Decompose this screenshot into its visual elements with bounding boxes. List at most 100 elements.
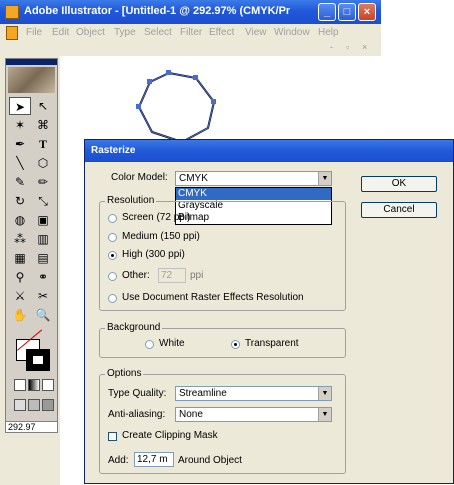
- graph-tool-icon[interactable]: ▥: [32, 230, 54, 248]
- toolbox: ➤ ↖ ✶ ⌘ ✒ T ╲ ⬡ ✎ ✏ ↻ ⤡ ◍ ▣ ⁂ ▥ ▦ ▤ ⚲ ⚭ …: [5, 58, 58, 430]
- menu-window[interactable]: Window: [274, 27, 310, 38]
- menu-edit[interactable]: Edit: [52, 27, 69, 38]
- chevron-down-icon: ▼: [318, 408, 331, 421]
- minimize-button[interactable]: _: [318, 3, 336, 21]
- screen-label: Screen (72 ppi): [122, 212, 191, 223]
- color-mode-button[interactable]: [14, 379, 26, 391]
- type-quality-value: Streamline: [179, 388, 227, 399]
- radio-screen[interactable]: [108, 214, 117, 223]
- radio-document-resolution[interactable]: [108, 294, 117, 303]
- hand-tool-icon[interactable]: ✋: [9, 306, 31, 324]
- mesh-tool-icon[interactable]: ▦: [9, 249, 31, 267]
- menu-view[interactable]: View: [245, 27, 267, 38]
- antialiasing-label: Anti-aliasing:: [108, 409, 166, 420]
- stroke-swatch[interactable]: [26, 349, 50, 371]
- menu-filter[interactable]: Filter: [180, 27, 202, 38]
- selection-tool-icon[interactable]: ➤: [9, 97, 31, 115]
- scissors-tool-icon[interactable]: ✂: [32, 287, 54, 305]
- document-icon[interactable]: [6, 26, 18, 40]
- white-label: White: [159, 338, 185, 349]
- magic-wand-tool-icon[interactable]: ✶: [9, 116, 31, 134]
- dialog-title: Rasterize: [91, 145, 136, 156]
- options-label: Options: [105, 368, 144, 379]
- radio-other[interactable]: [108, 272, 117, 281]
- full-screen-mode-button[interactable]: [42, 399, 54, 411]
- radio-high[interactable]: [108, 251, 117, 260]
- zoom-tool-icon[interactable]: 🔍: [32, 306, 54, 324]
- app-title: Adobe Illustrator - [Untitled-1 @ 292.97…: [24, 5, 291, 17]
- cancel-button[interactable]: Cancel: [361, 202, 437, 218]
- other-ppi-input[interactable]: 72: [158, 268, 186, 283]
- scale-tool-icon[interactable]: ⤡: [32, 192, 54, 210]
- close-button[interactable]: ×: [358, 3, 376, 21]
- color-model-label: Color Model:: [111, 172, 168, 183]
- zoom-level[interactable]: 292.97: [5, 421, 58, 433]
- slice-tool-icon[interactable]: ⚔: [9, 287, 31, 305]
- antialiasing-value: None: [179, 409, 203, 420]
- line-tool-icon[interactable]: ╲: [9, 154, 31, 172]
- warp-tool-icon[interactable]: ◍: [9, 211, 31, 229]
- maximize-button[interactable]: □: [338, 3, 356, 21]
- chevron-down-icon: ▼: [318, 387, 331, 400]
- blend-tool-icon[interactable]: ⚭: [32, 268, 54, 286]
- radio-medium[interactable]: [108, 233, 117, 242]
- add-label: Add:: [108, 455, 129, 466]
- rasterize-dialog: Rasterize Color Model: CMYK ▼ CMYK Grays…: [84, 139, 454, 484]
- pen-tool-icon[interactable]: ✒: [9, 135, 31, 153]
- doc-restore-icon[interactable]: ▫: [346, 42, 349, 52]
- gradient-tool-icon[interactable]: ▤: [32, 249, 54, 267]
- direct-selection-tool-icon[interactable]: ↖: [32, 97, 54, 115]
- ppi-unit-label: ppi: [190, 270, 204, 281]
- menu-effect[interactable]: Effect: [209, 27, 234, 38]
- pencil-tool-icon[interactable]: ✏: [32, 173, 54, 191]
- paintbrush-tool-icon[interactable]: ✎: [9, 173, 31, 191]
- radio-transparent[interactable]: [231, 340, 240, 349]
- type-tool-icon[interactable]: T: [32, 135, 54, 153]
- background-label: Background: [105, 322, 163, 333]
- medium-label: Medium (150 ppi): [122, 231, 200, 242]
- menu-object[interactable]: Object: [76, 27, 105, 38]
- lasso-tool-icon[interactable]: ⌘: [32, 116, 54, 134]
- option-cmyk[interactable]: CMYK: [176, 188, 331, 200]
- resolution-label: Resolution: [105, 195, 157, 206]
- app-title-bar: Adobe Illustrator - [Untitled-1 @ 292.97…: [0, 0, 381, 24]
- menu-file[interactable]: File: [26, 27, 42, 38]
- dialog-title-bar[interactable]: Rasterize: [85, 140, 453, 162]
- eyedropper-tool-icon[interactable]: ⚲: [9, 268, 31, 286]
- document-controls: - ▫ ×: [0, 42, 381, 56]
- around-object-label: Around Object: [178, 455, 242, 466]
- transparent-label: Transparent: [245, 338, 299, 349]
- chevron-down-icon: ▼: [318, 172, 331, 185]
- none-mode-button[interactable]: [42, 379, 54, 391]
- type-quality-label: Type Quality:: [108, 388, 167, 399]
- symbol-sprayer-tool-icon[interactable]: ⁂: [9, 230, 31, 248]
- add-amount-input[interactable]: 12,7 m: [134, 452, 174, 467]
- doc-minimize-icon[interactable]: -: [330, 42, 333, 52]
- gradient-mode-button[interactable]: [28, 379, 40, 391]
- doc-close-icon[interactable]: ×: [362, 42, 367, 52]
- shape-tool-icon[interactable]: ⬡: [32, 154, 54, 172]
- type-quality-select[interactable]: Streamline ▼: [175, 386, 332, 401]
- other-label: Other:: [122, 270, 150, 281]
- illustrator-logo: [8, 67, 55, 93]
- clipping-mask-label: Create Clipping Mask: [122, 430, 218, 441]
- menu-type[interactable]: Type: [114, 27, 136, 38]
- document-resolution-label: Use Document Raster Effects Resolution: [122, 292, 304, 303]
- toolbox-grip[interactable]: [6, 59, 57, 65]
- heptagon-artwork[interactable]: [60, 56, 381, 146]
- antialiasing-select[interactable]: None ▼: [175, 407, 332, 422]
- rotate-tool-icon[interactable]: ↻: [9, 192, 31, 210]
- color-model-select[interactable]: CMYK ▼: [175, 171, 332, 186]
- radio-white[interactable]: [145, 340, 154, 349]
- illustrator-app-icon[interactable]: [5, 5, 19, 19]
- color-model-value: CMYK: [179, 173, 208, 184]
- menu-bar: File Edit Object Type Select Filter Effe…: [0, 24, 381, 42]
- standard-screen-mode-button[interactable]: [14, 399, 26, 411]
- menu-select[interactable]: Select: [144, 27, 172, 38]
- high-label: High (300 ppi): [122, 249, 185, 260]
- ok-button[interactable]: OK: [361, 176, 437, 192]
- menu-help[interactable]: Help: [318, 27, 339, 38]
- full-screen-menu-mode-button[interactable]: [28, 399, 40, 411]
- free-transform-tool-icon[interactable]: ▣: [32, 211, 54, 229]
- clipping-mask-checkbox[interactable]: [108, 432, 117, 441]
